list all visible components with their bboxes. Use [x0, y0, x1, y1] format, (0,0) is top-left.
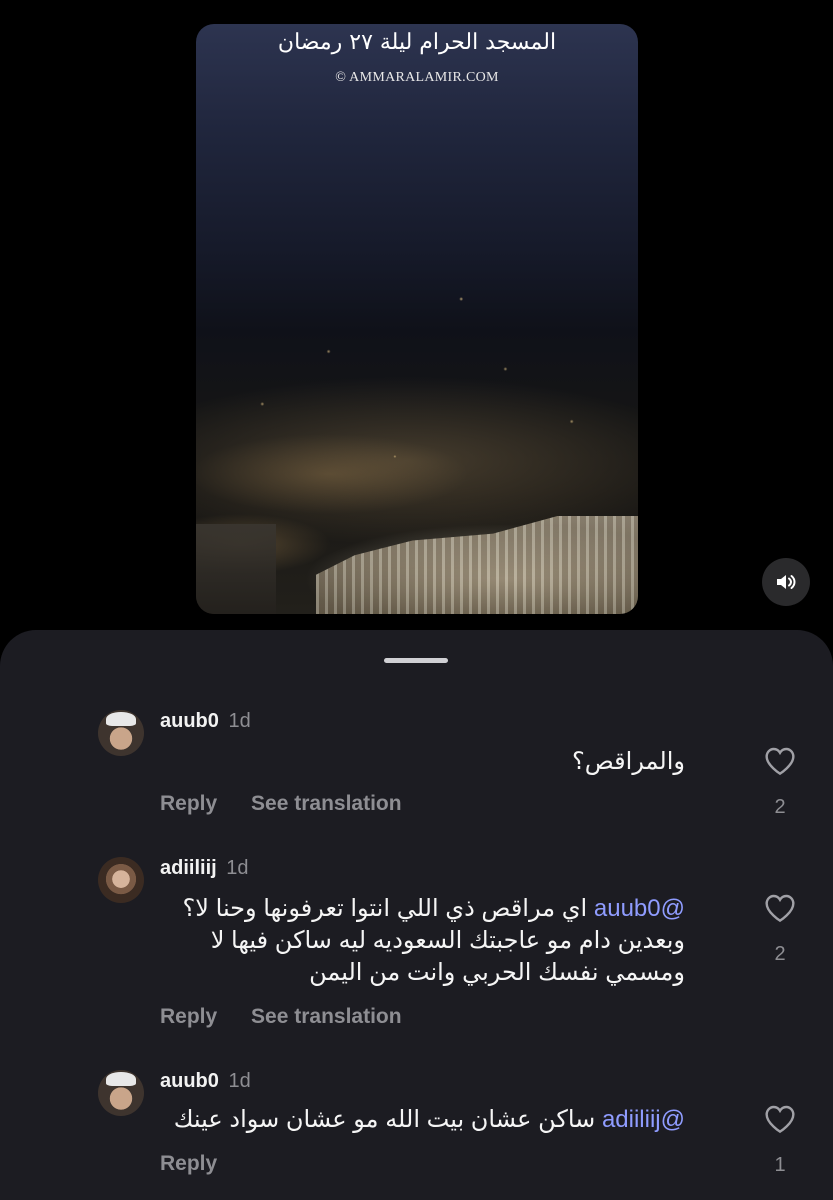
avatar[interactable]	[98, 857, 144, 903]
comment-text: والمراقص؟	[145, 746, 685, 778]
see-translation-button[interactable]: See translation	[251, 792, 402, 815]
heart-icon[interactable]	[764, 1104, 796, 1134]
timestamp: 1d	[228, 1070, 251, 1092]
like-count: 2	[774, 796, 786, 818]
reply-button[interactable]: Reply	[160, 792, 217, 815]
video-credit: © AMMARALAMIR.COM	[335, 70, 499, 85]
comment-text: @adiiliij ساكن عشان بيت الله مو عشان سوا…	[145, 1104, 685, 1136]
heart-icon[interactable]	[764, 893, 796, 923]
username[interactable]: auub0	[160, 710, 219, 732]
like-count: 2	[774, 943, 786, 965]
avatar[interactable]	[98, 710, 144, 756]
clock-tower-building	[196, 524, 276, 614]
video-player[interactable]: المسجد الحرام ليلة ٢٧ رمضان © AMMARALAMI…	[196, 24, 638, 614]
timestamp: 1d	[226, 857, 249, 879]
comment-body: ساكن عشان بيت الله مو عشان سواد عينك	[173, 1106, 596, 1133]
reply-button[interactable]: Reply	[160, 1152, 217, 1175]
comments-sheet: auub0 1d والمراقص؟ Reply See translation…	[0, 630, 833, 1200]
comment-meta: adiiliij 1d	[160, 857, 249, 880]
timestamp: 1d	[228, 710, 251, 732]
username[interactable]: adiiliij	[160, 857, 217, 879]
video-title: المسجد الحرام ليلة ٢٧ رمضان	[277, 30, 557, 55]
drag-handle[interactable]	[384, 658, 448, 663]
reply-button[interactable]: Reply	[160, 1005, 217, 1028]
mention-link[interactable]: @auub0	[594, 895, 685, 922]
username[interactable]: auub0	[160, 1070, 219, 1092]
heart-icon[interactable]	[764, 746, 796, 776]
sound-toggle-button[interactable]	[762, 558, 810, 606]
comment-body: والمراقص؟	[572, 748, 685, 775]
comment-actions: Reply	[160, 1152, 245, 1176]
mention-link[interactable]: @adiiliij	[602, 1106, 685, 1133]
comment-meta: auub0 1d	[160, 710, 251, 733]
comment-actions: Reply See translation	[160, 792, 430, 816]
avatar[interactable]	[98, 1070, 144, 1116]
comment-text: @auub0 اي مراقص ذي اللي انتوا تعرفونها و…	[145, 893, 685, 989]
see-translation-button[interactable]: See translation	[251, 1005, 402, 1028]
like-count: 1	[774, 1154, 786, 1176]
speaker-icon	[777, 575, 796, 589]
comment-meta: auub0 1d	[160, 1070, 251, 1093]
comment-actions: Reply See translation	[160, 1005, 430, 1029]
